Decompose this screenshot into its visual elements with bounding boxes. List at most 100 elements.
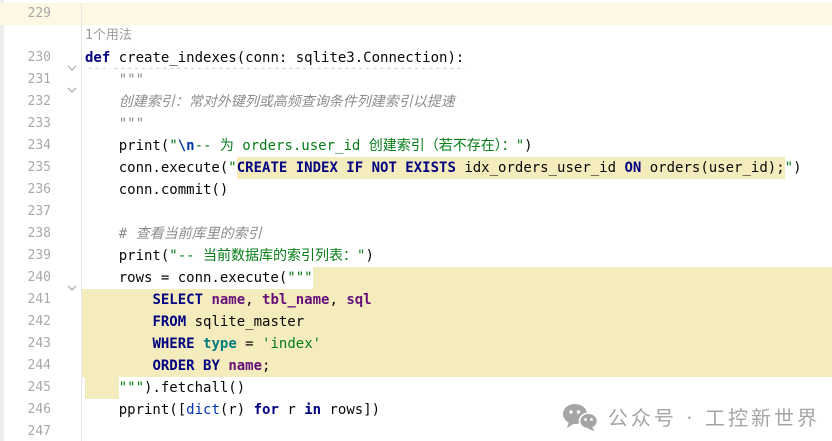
token-plain: (r) (220, 399, 254, 421)
code-text (82, 3, 832, 25)
code-line[interactable]: 231 """ (0, 69, 832, 91)
line-number[interactable]: 246 (28, 399, 51, 421)
code-line[interactable]: 230 def create_indexes(conn: sqlite3.Conn… (0, 47, 832, 69)
gutter-cell[interactable]: 246 (0, 399, 82, 421)
code-line[interactable]: 245 """).fetchall() (0, 377, 832, 399)
token-plain: ).fetchall() (144, 377, 245, 399)
gutter-cell[interactable]: 244 (0, 355, 82, 377)
code-rows: 229 1个用法 230 def create_indexes(conn: sqlit… (0, 0, 832, 441)
token-plain (85, 377, 119, 399)
code-text: """).fetchall() (82, 377, 832, 399)
line-number[interactable]: 245 (28, 377, 51, 399)
token-sqlkw: SELECT (152, 289, 203, 311)
token-plain (85, 289, 152, 311)
token-plain: rows]) (321, 399, 380, 421)
token-plain (220, 355, 228, 377)
line-number[interactable]: 241 (28, 289, 51, 311)
gutter-cell[interactable]: 247 (0, 421, 82, 441)
token-plain: rows = conn.execute( (85, 267, 287, 289)
code-line[interactable]: 237 (0, 201, 832, 223)
code-line[interactable]: 229 (0, 3, 832, 25)
code-text: """ (82, 113, 832, 135)
token-str: " (169, 135, 177, 157)
line-number[interactable]: 230 (28, 47, 51, 69)
code-text: print("-- 当前数据库的索引列表：") (82, 245, 832, 267)
gutter-cell[interactable]: 237 (0, 201, 82, 223)
token-plain: sqlite_master (186, 311, 304, 333)
token-kw: in (304, 399, 321, 421)
token-col: name (228, 355, 262, 377)
code-line[interactable]: 241 SELECT name, tbl_name, sql (0, 289, 832, 311)
code-line[interactable]: 242 FROM sqlite_master (0, 311, 832, 333)
line-number[interactable]: 243 (28, 333, 51, 355)
gutter-cell[interactable]: 231 (0, 69, 82, 91)
line-number[interactable]: 229 (28, 3, 51, 25)
code-line[interactable]: 234 print("\n-- 为 orders.user_id 创建索引（若不… (0, 135, 832, 157)
gutter-cell[interactable]: 232 (0, 91, 82, 113)
token-str: " (785, 157, 793, 179)
line-number[interactable]: 235 (28, 157, 51, 179)
inlay-hint-usages[interactable]: 1个用法 (82, 25, 832, 47)
token-str: "-- 当前数据库的索引列表：" (169, 245, 365, 267)
wechat-icon (562, 403, 598, 431)
gutter-cell[interactable]: 245 (0, 377, 82, 399)
line-number[interactable]: 232 (28, 91, 51, 113)
code-text: WHERE type = 'index' (82, 333, 832, 355)
line-number[interactable]: 231 (28, 69, 51, 91)
token-doc: """ (85, 113, 144, 135)
line-number[interactable]: 237 (28, 201, 51, 223)
code-line[interactable]: 240 rows = conn.execute(""" (0, 267, 832, 289)
code-line[interactable]: 238 # 查看当前库里的索引 (0, 223, 832, 245)
token-doc: 创建索引：常对外键列或高频查询条件列建索引以提速 (85, 91, 455, 113)
token-plain: , (245, 289, 262, 311)
line-number[interactable]: 233 (28, 113, 51, 135)
token-sqlkw: CREATE INDEX IF NOT EXISTS (237, 157, 456, 179)
token-plain: idx_orders_user_id (456, 157, 625, 179)
token-str: 'index' (262, 333, 321, 355)
code-line[interactable]: 233 """ (0, 113, 832, 135)
code-line[interactable]: 236 conn.commit() (0, 179, 832, 201)
token-plain: print( (85, 245, 169, 267)
gutter-cell[interactable]: 233 (0, 113, 82, 135)
token-plain: create_indexes(conn: sqlite3.Connection)… (110, 50, 464, 66)
code-text (82, 201, 832, 223)
gutter-cell[interactable]: 234 (0, 135, 82, 157)
line-number[interactable]: 244 (28, 355, 51, 377)
code-line[interactable]: 243 WHERE type = 'index' (0, 333, 832, 355)
code-text: conn.execute( " CREATE INDEX IF NOT EXISTS… (82, 157, 832, 179)
code-line[interactable]: 239 print("-- 当前数据库的索引列表：") (0, 245, 832, 267)
gutter-cell[interactable]: 243 (0, 333, 82, 355)
inlay-hint-row[interactable]: 1个用法 (0, 25, 832, 47)
code-line[interactable]: 232 创建索引：常对外键列或高频查询条件列建索引以提速 (0, 91, 832, 113)
gutter-cell[interactable]: 238 (0, 223, 82, 245)
gutter-cell[interactable]: 240 (0, 267, 82, 289)
token-plain: orders(user_id); (641, 157, 784, 179)
gutter-cell[interactable]: 241 (0, 289, 82, 311)
line-number[interactable]: 236 (28, 179, 51, 201)
line-number[interactable]: 239 (28, 245, 51, 267)
line-number[interactable]: 242 (28, 311, 51, 333)
gutter-cell[interactable]: 236 (0, 179, 82, 201)
token-plain: ) (793, 157, 801, 179)
injected-sql-highlight (313, 267, 832, 289)
gutter-cell[interactable]: 239 (0, 245, 82, 267)
line-number[interactable]: 238 (28, 223, 51, 245)
code-text: def create_indexes(conn: sqlite3.Connect… (82, 47, 832, 69)
line-number[interactable]: 234 (28, 135, 51, 157)
token-com: # 查看当前库里的索引 (85, 223, 262, 245)
gutter-cell[interactable]: 242 (0, 311, 82, 333)
gutter-cell[interactable]: 230 (0, 47, 82, 69)
token-plain (195, 333, 203, 355)
gutter-cell[interactable]: 229 (0, 3, 82, 25)
code-text: # 查看当前库里的索引 (82, 223, 832, 245)
code-text: print("\n-- 为 orders.user_id 创建索引（若不存在）：… (82, 135, 832, 157)
token-builtin: dict (186, 399, 220, 421)
token-str: """ (287, 267, 312, 289)
gutter-cell[interactable] (0, 25, 82, 47)
token-plain: conn.execute( (85, 157, 228, 179)
code-line[interactable]: 244 ORDER BY name; (0, 355, 832, 377)
line-number[interactable]: 240 (28, 267, 51, 289)
line-number[interactable]: 247 (28, 421, 51, 441)
code-line[interactable]: 235 conn.execute( " CREATE INDEX IF NOT EX… (0, 157, 832, 179)
gutter-cell[interactable]: 235 (0, 157, 82, 179)
